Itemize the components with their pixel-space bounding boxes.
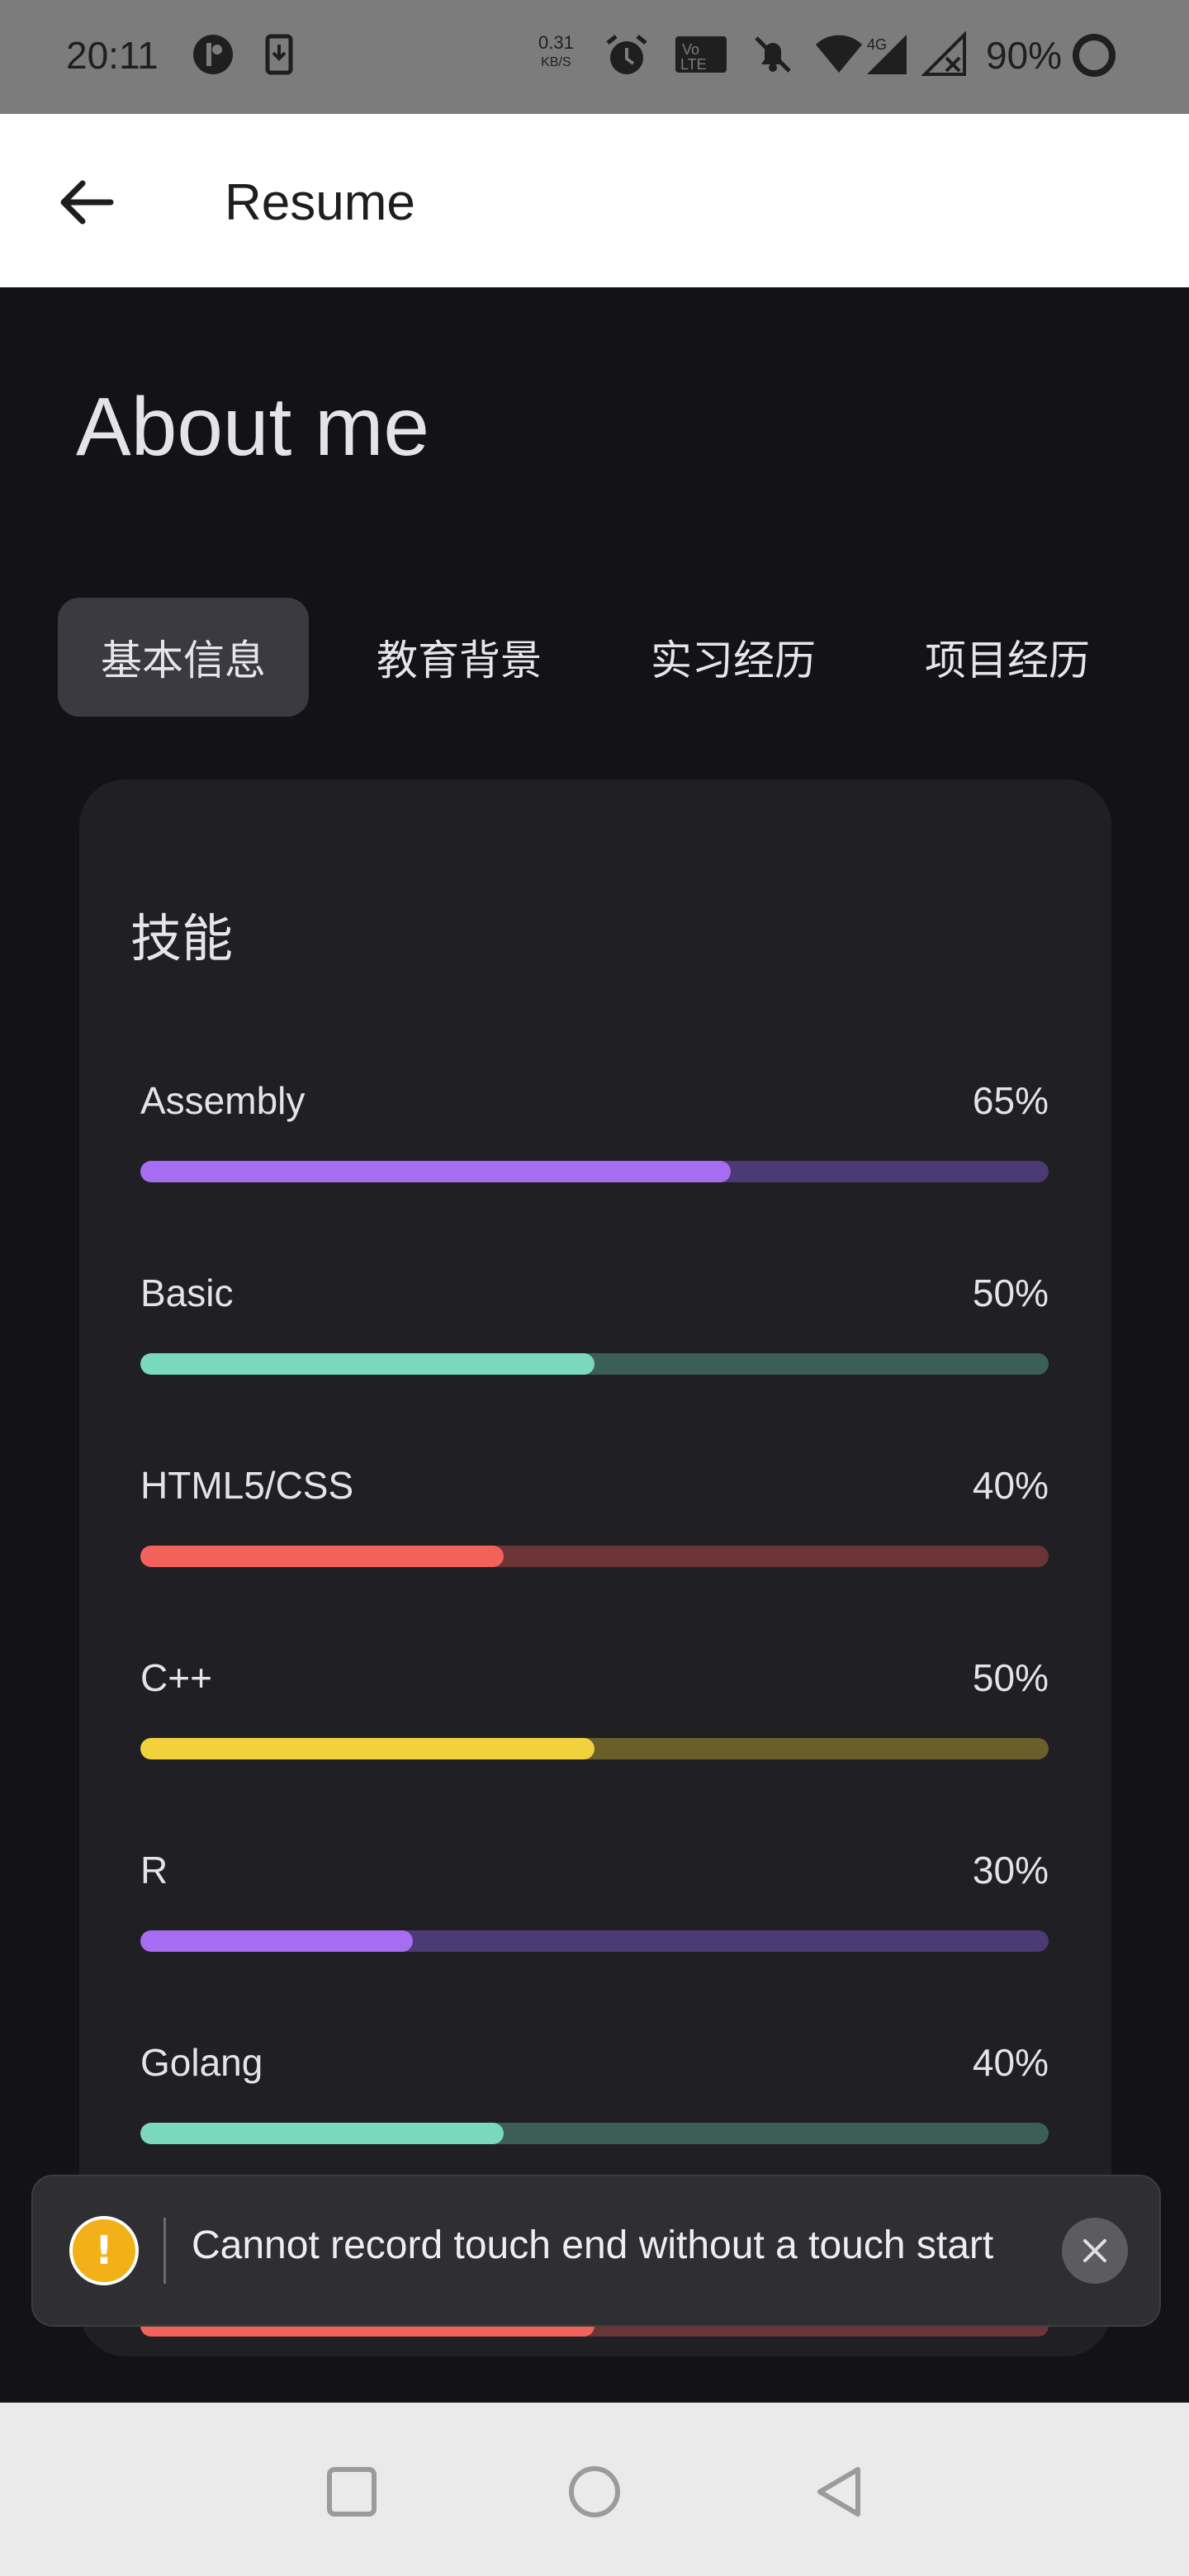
tab-projects[interactable]: 项目经历: [882, 598, 1133, 717]
svg-text:Vo: Vo: [682, 41, 699, 58]
battery-ring-icon: [1070, 31, 1118, 83]
volte-icon: Vo LTE: [674, 31, 728, 81]
skill-percent: 40%: [972, 1464, 1049, 1507]
alarm-icon: [603, 31, 651, 83]
skill-progress-track: [140, 1738, 1049, 1759]
app-icon: [190, 31, 236, 81]
skill-name: Assembly: [140, 1079, 306, 1122]
skill-progress-track: [140, 2123, 1049, 2144]
skill-progress-track: [140, 1546, 1049, 1567]
toast-close-button[interactable]: [1062, 2218, 1128, 2284]
home-button[interactable]: [553, 2451, 636, 2533]
back-button[interactable]: [50, 165, 124, 239]
svg-text:4G: 4G: [867, 36, 887, 53]
skill-progress-fill: [140, 1161, 731, 1182]
skill-percent: 40%: [972, 2041, 1049, 2084]
skill-name: Basic: [140, 1271, 234, 1314]
toast: ! Cannot record touch end without a touc…: [31, 2175, 1161, 2327]
skill-name: C++: [140, 1656, 212, 1699]
signal-4g-icon: 4G: [864, 31, 910, 81]
no-signal-icon: [921, 31, 968, 81]
arrow-left-icon: [60, 180, 114, 225]
skill-name: Golang: [140, 2041, 263, 2084]
skill-progress-fill: [140, 1738, 594, 1759]
status-bar: 20:11 0.31 KB/S Vo LTE 4G 90%: [0, 0, 1189, 114]
skill-percent: 30%: [972, 1849, 1049, 1892]
toast-divider: [163, 2218, 166, 2284]
skill-progress-fill: [140, 1546, 504, 1567]
status-time: 20:11: [66, 34, 159, 77]
skill-progress-track: [140, 1353, 1049, 1375]
app-bar: Resume: [0, 114, 1189, 287]
skill-percent: 50%: [972, 1656, 1049, 1699]
home-circle-icon: [569, 2466, 620, 2517]
battery-percent: 90%: [986, 34, 1063, 77]
skill-progress-track: [140, 1930, 1049, 1952]
back-triangle-icon: [817, 2467, 860, 2517]
wifi-icon: [814, 31, 864, 81]
close-icon: [1083, 2239, 1106, 2262]
about-heading: About me: [76, 381, 430, 473]
net-speed: 0.31 KB/S: [538, 32, 574, 70]
tab-internship[interactable]: 实习经历: [608, 598, 859, 717]
warning-icon: !: [69, 2216, 139, 2285]
back-nav-button[interactable]: [798, 2451, 880, 2533]
skill-progress-track: [140, 1161, 1049, 1182]
skill-progress-fill: [140, 1930, 413, 1952]
mute-icon: [750, 31, 796, 81]
skill-name: HTML5/CSS: [140, 1464, 354, 1507]
skill-percent: 65%: [972, 1079, 1049, 1122]
toast-message: Cannot record touch end without a touch …: [192, 2223, 994, 2267]
skill-progress-fill: [140, 2123, 504, 2144]
recents-button[interactable]: [310, 2451, 393, 2533]
skills-title: 技能: [130, 908, 234, 968]
skill-name: R: [140, 1849, 168, 1892]
recents-square-icon: [327, 2467, 377, 2517]
download-icon: [263, 31, 296, 81]
skill-percent: 50%: [972, 1271, 1049, 1314]
system-nav-bar: [0, 2403, 1189, 2576]
tab-education[interactable]: 教育背景: [334, 598, 585, 717]
svg-text:LTE: LTE: [680, 56, 707, 73]
skills-card: [79, 779, 1111, 2356]
tab-basic-info[interactable]: 基本信息: [58, 598, 309, 717]
page-title: Resume: [225, 174, 415, 231]
skill-progress-fill: [140, 1353, 594, 1375]
